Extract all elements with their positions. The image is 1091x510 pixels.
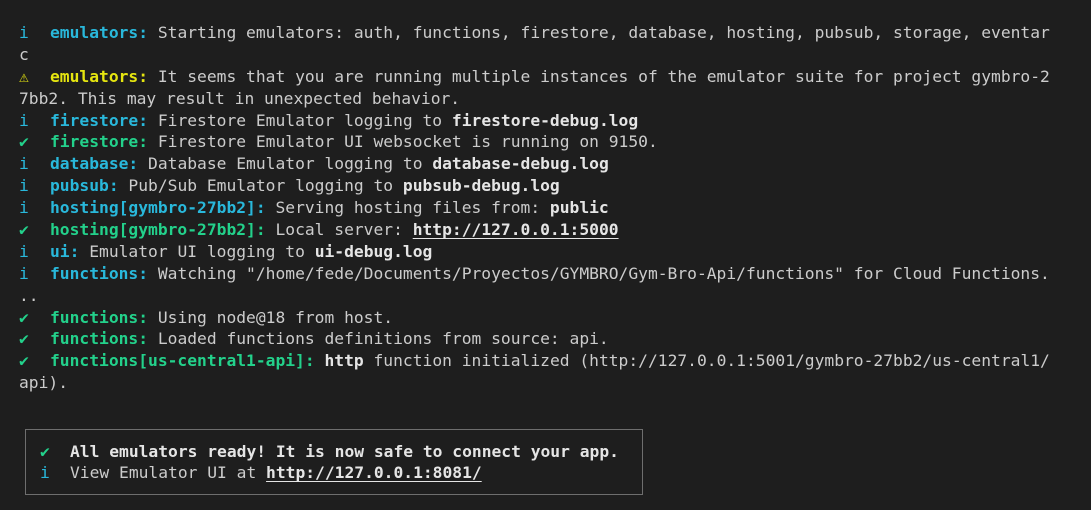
hosting-server-link[interactable]: http://127.0.0.1:5000 bbox=[413, 220, 619, 239]
log-line: i ui: Emulator UI logging to ui-debug.log bbox=[19, 241, 1075, 263]
info-icon: i bbox=[19, 263, 29, 283]
hosting-folder-name: public bbox=[549, 198, 609, 218]
log-line-wrap: c bbox=[19, 44, 1075, 66]
info-icon: i bbox=[40, 463, 50, 482]
checkmark-icon: ✔ bbox=[19, 329, 29, 349]
info-icon: i bbox=[19, 110, 29, 130]
log-source-tag: functions: bbox=[50, 329, 149, 349]
log-source-tag: database: bbox=[50, 154, 139, 174]
log-message: Using node@18 from host. bbox=[148, 307, 394, 327]
log-message: function initialized (http://127.0.0.1:5… bbox=[363, 351, 1050, 371]
emulator-ui-label: View Emulator UI at bbox=[70, 463, 267, 482]
checkmark-icon: ✔ bbox=[19, 307, 29, 327]
log-file-name: pubsub-debug.log bbox=[402, 176, 560, 196]
log-line: ✔ firestore: Firestore Emulator UI websoc… bbox=[19, 131, 1075, 153]
log-source-tag: ui: bbox=[50, 241, 80, 261]
log-source-tag: functions[us-central1-api]: bbox=[50, 351, 315, 371]
log-message: Local server: bbox=[265, 220, 413, 240]
log-file-name: firestore-debug.log bbox=[451, 110, 639, 130]
log-source-tag: functions: bbox=[50, 307, 149, 327]
log-line-wrap: 7bb2. This may result in unexpected beha… bbox=[19, 88, 1075, 110]
log-file-name: database-debug.log bbox=[432, 154, 609, 174]
log-line-wrap: .. bbox=[19, 285, 1075, 307]
log-message: Serving hosting files from: bbox=[265, 198, 550, 218]
log-line: i pubsub: Pub/Sub Emulator logging to pub… bbox=[19, 175, 1075, 197]
log-message-wrap: api). bbox=[19, 373, 69, 393]
log-source-tag: firestore: bbox=[50, 110, 149, 130]
log-source-tag: pubsub: bbox=[50, 176, 119, 196]
log-message: Loaded functions definitions from source… bbox=[148, 329, 609, 349]
emulators-ready-box: ✔ All emulators ready! It is now safe to … bbox=[25, 429, 643, 495]
log-line-wrap: api). bbox=[19, 372, 1075, 394]
log-message: Emulator UI logging to bbox=[79, 241, 315, 261]
log-source-tag: firestore: bbox=[50, 132, 149, 152]
log-line: i firestore: Firestore Emulator logging t… bbox=[19, 110, 1075, 132]
log-source-tag: functions: bbox=[50, 263, 149, 283]
ready-message: All emulators ready! It is now safe to c… bbox=[70, 442, 619, 461]
info-icon: i bbox=[19, 176, 29, 196]
log-line: ✔ hosting[gymbro-27bb2]: Local server: ht… bbox=[19, 219, 1075, 241]
emulator-ui-link[interactable]: http://127.0.0.1:8081/ bbox=[266, 463, 482, 482]
log-message-wrap: c bbox=[19, 44, 29, 64]
log-line: ✔ functions[us-central1-api]: http functi… bbox=[19, 350, 1075, 372]
warning-icon: ⚠ bbox=[19, 66, 29, 86]
checkmark-icon: ✔ bbox=[40, 442, 50, 461]
ready-message-line: ✔ All emulators ready! It is now safe to … bbox=[40, 441, 619, 463]
log-line: i hosting[gymbro-27bb2]: Serving hosting … bbox=[19, 197, 1075, 219]
log-message: Watching "/home/fede/Documents/Proyectos… bbox=[148, 263, 1050, 283]
log-message: Starting emulators: auth, functions, fir… bbox=[148, 23, 1050, 42]
log-source-tag: emulators: bbox=[50, 66, 149, 86]
log-line: ⚠ emulators: It seems that you are runnin… bbox=[19, 66, 1075, 88]
log-message: Database Emulator logging to bbox=[138, 154, 433, 174]
log-source-tag: emulators: bbox=[50, 23, 149, 42]
log-message: It seems that you are running multiple i… bbox=[148, 66, 1050, 86]
log-message: Firestore Emulator logging to bbox=[148, 110, 452, 130]
terminal-window[interactable]: i emulators: Starting emulators: auth, fu… bbox=[0, 0, 1091, 510]
function-type: http bbox=[324, 351, 364, 371]
log-file-name: ui-debug.log bbox=[314, 241, 433, 261]
checkmark-icon: ✔ bbox=[19, 132, 29, 152]
log-message: Firestore Emulator UI websocket is runni… bbox=[148, 132, 658, 152]
info-icon: i bbox=[19, 241, 29, 261]
log-source-tag: hosting[gymbro-27bb2]: bbox=[50, 198, 266, 218]
log-source-tag: hosting[gymbro-27bb2]: bbox=[50, 220, 266, 240]
log-message: Pub/Sub Emulator logging to bbox=[118, 176, 403, 196]
log-line: i emulators: Starting emulators: auth, fu… bbox=[19, 22, 1075, 44]
log-line: i database: Database Emulator logging to … bbox=[19, 153, 1075, 175]
info-icon: i bbox=[19, 23, 29, 42]
terminal-output: i emulators: Starting emulators: auth, fu… bbox=[19, 22, 1075, 394]
checkmark-icon: ✔ bbox=[19, 351, 29, 371]
checkmark-icon: ✔ bbox=[19, 220, 29, 240]
log-message-wrap: .. bbox=[19, 285, 39, 305]
log-message-wrap: 7bb2. This may result in unexpected beha… bbox=[19, 88, 461, 108]
info-icon: i bbox=[19, 154, 29, 174]
info-icon: i bbox=[19, 198, 29, 218]
emulator-ui-line: i View Emulator UI at http://127.0.0.1:80… bbox=[40, 462, 482, 484]
log-line: ✔ functions: Using node@18 from host. bbox=[19, 307, 1075, 329]
log-line: ✔ functions: Loaded functions definitions… bbox=[19, 328, 1075, 350]
log-line: i functions: Watching "/home/fede/Documen… bbox=[19, 263, 1075, 285]
